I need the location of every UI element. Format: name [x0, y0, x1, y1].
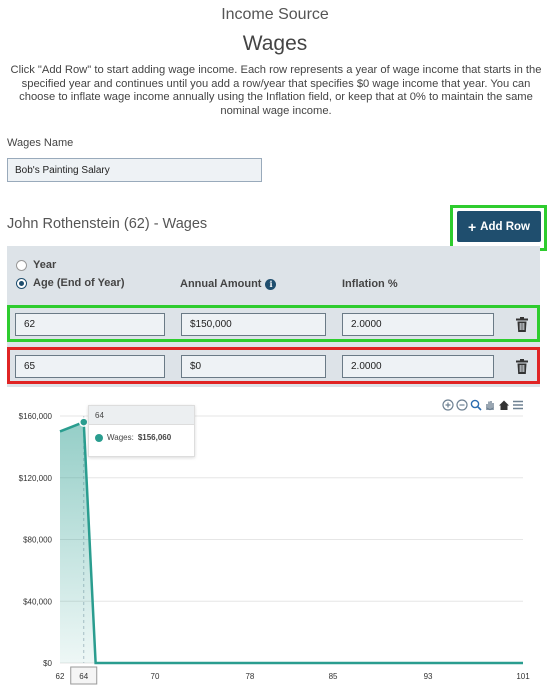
tooltip-x-label: 64: [89, 406, 194, 425]
page-subtitle: Income Source: [221, 6, 329, 23]
trash-icon[interactable]: [515, 317, 529, 333]
radio-year-control[interactable]: [16, 259, 27, 271]
annual-amount-header-label: Annual Amount: [180, 278, 262, 290]
tooltip-value: $156,060: [137, 433, 172, 442]
section-title: John Rothenstein (62) - Wages: [7, 216, 208, 232]
radio-age-label: Age (End of Year): [33, 277, 125, 289]
wage-row-2: [7, 347, 540, 384]
x-tick-label: 93: [424, 672, 433, 681]
age-input[interactable]: [15, 313, 165, 336]
series-line-wages: [59, 420, 523, 665]
data-point-highlight: [78, 417, 89, 427]
y-tick-label: $120,000: [19, 474, 53, 483]
wages-name-label: Wages Name: [7, 137, 74, 149]
add-row-label: Add Row: [480, 220, 530, 233]
tooltip-series-label: Wages:: [107, 433, 134, 442]
x-tick-label: 85: [329, 672, 338, 681]
info-icon[interactable]: i: [265, 278, 277, 290]
x-tick-label: 78: [245, 672, 254, 681]
x-tick-label: 101: [516, 672, 530, 681]
tooltip-body: Wages: $156,060: [89, 425, 194, 442]
age-input[interactable]: [15, 355, 165, 378]
trash-icon[interactable]: [515, 359, 529, 375]
radio-age-control[interactable]: [16, 277, 27, 289]
annual-amount-input[interactable]: [181, 313, 326, 336]
radio-age[interactable]: Age (End of Year): [16, 277, 124, 289]
y-tick-label: $160,000: [19, 412, 53, 421]
series-color-dot: [95, 433, 103, 442]
wages-name-input[interactable]: [7, 158, 262, 182]
intro-text: Click "Add Row" to start adding wage inc…: [10, 64, 542, 117]
wage-row-1: [7, 305, 540, 342]
x-tick-label: 64: [79, 672, 88, 681]
add-row-button[interactable]: + Add Row: [457, 211, 541, 242]
chart-tooltip: 64 Wages: $156,060: [88, 405, 195, 457]
y-tick-label: $0: [43, 659, 52, 668]
plus-icon: +: [467, 218, 477, 235]
series-area-wages: [60, 422, 523, 663]
radio-year[interactable]: Year: [16, 259, 56, 271]
inflation-input[interactable]: [342, 313, 494, 336]
y-tick-label: $80,000: [23, 536, 52, 545]
inflation-input[interactable]: [342, 355, 494, 378]
wages-chart: $160,000 $120,000 $80,000 $40,000 $0 62 64 70 7…: [19, 412, 530, 685]
annual-amount-input[interactable]: [181, 355, 326, 378]
y-tick-label: $40,000: [23, 597, 52, 606]
column-header-inflation: Inflation %: [342, 278, 398, 290]
inflation-header-label: Inflation %: [342, 278, 398, 290]
x-tick-label: 62: [56, 672, 65, 681]
radio-year-label: Year: [33, 259, 57, 271]
page-title: Wages: [242, 32, 308, 55]
column-header-annual-amount: Annual Amount i: [180, 278, 277, 290]
x-tick-label: 70: [151, 672, 160, 681]
